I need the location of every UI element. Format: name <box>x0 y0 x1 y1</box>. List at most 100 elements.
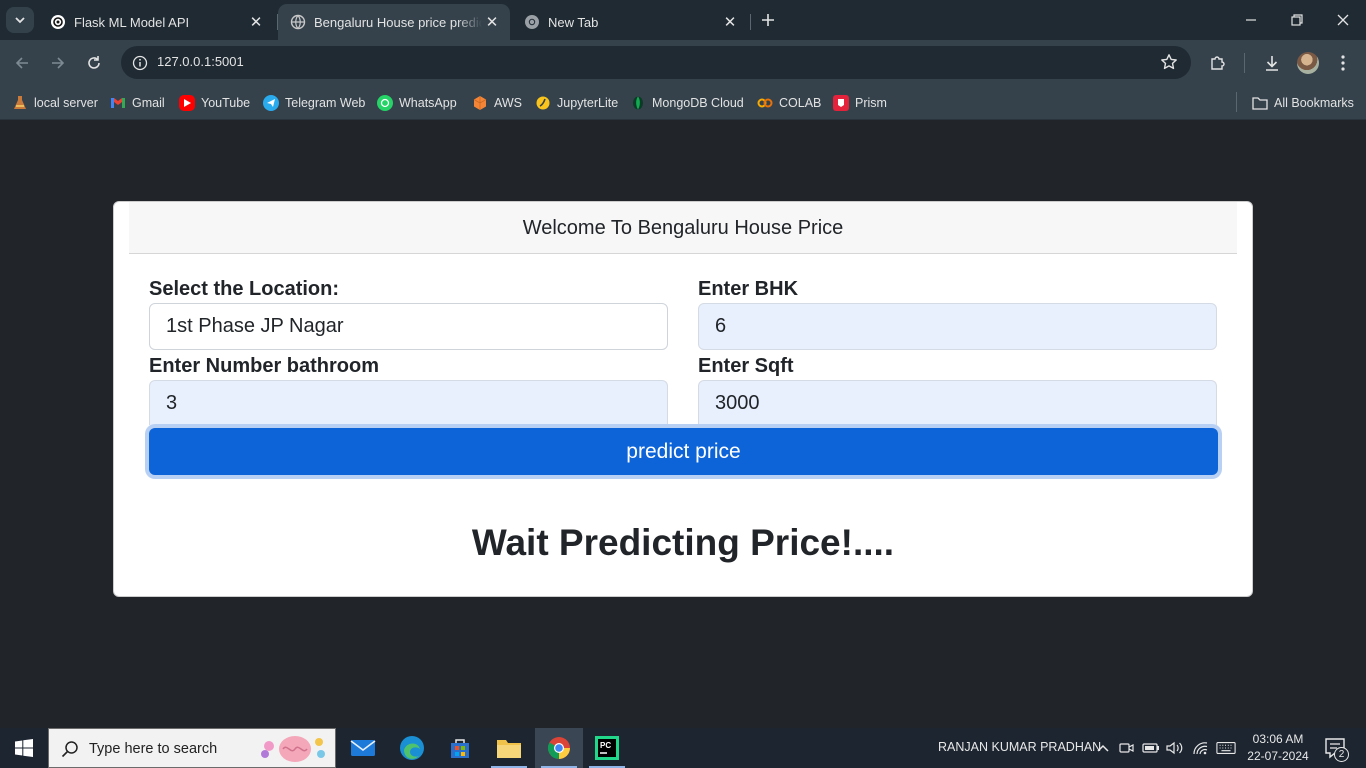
bookmark-label: AWS <box>494 96 523 110</box>
mongodb-icon <box>630 95 646 111</box>
taskbar-mail-app[interactable] <box>339 728 387 768</box>
sqft-label: Enter Sqft <box>698 355 794 377</box>
restore-icon <box>1291 14 1303 26</box>
minimize-icon <box>1246 19 1256 21</box>
all-bookmarks-button[interactable]: All Bookmarks <box>1252 92 1354 114</box>
bookmark-gmail[interactable]: Gmail <box>110 92 165 114</box>
bookmark-label: Prism <box>855 96 887 110</box>
bookmark-mongodb-cloud[interactable]: MongoDB Cloud <box>630 92 744 114</box>
keyboard-icon[interactable] <box>1216 738 1236 758</box>
page-viewport: Welcome To Bengaluru House Price Select … <box>0 121 1366 728</box>
restore-button[interactable] <box>1274 0 1320 40</box>
bookmark-star-icon[interactable] <box>1159 52 1179 72</box>
tab-bengaluru-house-price[interactable]: Bengaluru House price prediction ✕ <box>278 4 510 40</box>
bookmark-prism[interactable]: Prism <box>833 92 887 114</box>
minimize-button[interactable] <box>1228 0 1274 40</box>
taskbar-pycharm-app[interactable]: PC <box>583 728 631 768</box>
notification-count-badge: 2 <box>1334 747 1349 762</box>
plus-icon <box>762 14 774 26</box>
bookmark-label: JupyterLite <box>557 96 619 110</box>
folder-icon <box>497 740 521 758</box>
new-tab-button[interactable] <box>756 9 780 31</box>
bhk-input[interactable]: 6 <box>698 303 1217 350</box>
show-hidden-icons-button[interactable] <box>1093 738 1113 758</box>
bookmark-telegram-web[interactable]: Telegram Web <box>263 92 365 114</box>
menu-button[interactable] <box>1330 50 1356 76</box>
browser-toolbar: 127.0.0.1:5001 <box>0 40 1366 86</box>
predict-price-button[interactable]: predict price <box>149 428 1218 475</box>
taskbar-store-app[interactable] <box>436 728 484 768</box>
bookmarks-separator <box>1236 92 1237 112</box>
bookmark-whatsapp[interactable]: WhatsApp <box>377 92 457 114</box>
address-bar[interactable]: 127.0.0.1:5001 <box>121 46 1191 79</box>
close-icon[interactable]: ✕ <box>482 12 502 32</box>
close-icon <box>1337 14 1349 26</box>
tab-title: Flask ML Model API <box>74 14 190 30</box>
bookmark-label: local server <box>34 96 98 110</box>
back-button[interactable] <box>8 49 36 77</box>
location-label: Select the Location: <box>149 278 340 300</box>
youtube-icon <box>179 95 195 111</box>
forward-button[interactable] <box>44 49 72 77</box>
openai-icon <box>50 14 66 30</box>
arrow-right-icon <box>52 57 65 69</box>
bookmark-youtube[interactable]: YouTube <box>179 92 250 114</box>
chrome-icon <box>524 14 540 30</box>
bookmark-label: COLAB <box>779 96 822 110</box>
info-icon[interactable] <box>129 52 151 74</box>
bookmarks-bar: local server Gmail YouTube Telegram Web … <box>0 86 1366 120</box>
globe-icon <box>290 14 306 30</box>
bookmark-label: MongoDB Cloud <box>652 96 744 110</box>
bathroom-input[interactable]: 3 <box>149 380 668 425</box>
close-icon[interactable]: ✕ <box>720 12 740 32</box>
bookmark-colab[interactable]: COLAB <box>757 92 821 114</box>
downloads-button[interactable] <box>1259 50 1285 76</box>
tab-separator <box>750 14 751 30</box>
bookmark-label: YouTube <box>201 96 251 110</box>
chrome-icon <box>548 737 570 759</box>
profile-avatar[interactable] <box>1297 52 1319 74</box>
flask-icon <box>12 95 28 111</box>
close-icon[interactable]: ✕ <box>246 12 266 32</box>
close-window-button[interactable] <box>1320 0 1366 40</box>
tab-search-button[interactable] <box>6 7 34 33</box>
clock-date: 22-07-2024 <box>1247 749 1309 763</box>
search-icon <box>61 741 78 758</box>
sqft-input[interactable]: 3000 <box>698 380 1217 425</box>
start-button[interactable] <box>0 728 48 768</box>
taskbar-search-box[interactable]: Type here to search <box>48 728 336 768</box>
aws-icon <box>472 95 488 111</box>
pycharm-icon: PC <box>595 736 619 760</box>
wifi-icon[interactable] <box>1190 738 1210 758</box>
reload-icon <box>88 56 100 69</box>
svg-text:PC: PC <box>600 741 611 750</box>
bookmark-aws[interactable]: AWS <box>472 92 522 114</box>
windows-logo-icon <box>15 739 33 757</box>
tab-flask-ml-model-api[interactable]: Flask ML Model API ✕ <box>38 4 274 40</box>
taskbar-file-explorer-app[interactable] <box>485 728 533 768</box>
store-icon <box>451 739 469 758</box>
prism-icon <box>833 95 849 111</box>
taskbar-edge-app[interactable] <box>388 728 436 768</box>
download-icon <box>1266 56 1278 71</box>
meet-now-icon[interactable] <box>1117 738 1137 758</box>
volume-icon[interactable] <box>1165 738 1185 758</box>
location-select[interactable]: 1st Phase JP Nagar <box>149 303 668 350</box>
bookmark-local-server[interactable]: local server <box>12 92 98 114</box>
jupyter-icon <box>535 95 551 111</box>
bookmark-label: All Bookmarks <box>1274 96 1354 110</box>
taskbar-clock[interactable]: 03:06 AM 22-07-2024 <box>1244 731 1312 765</box>
reload-button[interactable] <box>80 49 108 77</box>
taskbar-chrome-app[interactable] <box>535 728 583 768</box>
chevron-up-icon <box>1097 744 1109 752</box>
extensions-button[interactable] <box>1205 50 1231 76</box>
arrow-left-icon <box>15 57 28 69</box>
url-text[interactable]: 127.0.0.1:5001 <box>157 54 244 69</box>
tray-user-name: RANJAN KUMAR PRADHAN <box>938 740 1102 754</box>
whatsapp-icon <box>377 95 393 111</box>
battery-icon[interactable] <box>1141 738 1161 758</box>
bookmark-jupyterlite[interactable]: JupyterLite <box>535 92 618 114</box>
mail-icon <box>350 740 376 756</box>
tab-new-tab[interactable]: New Tab ✕ <box>512 4 748 40</box>
windows-taskbar: Type here to search PC RANJAN KUMAR PRAD… <box>0 728 1366 768</box>
